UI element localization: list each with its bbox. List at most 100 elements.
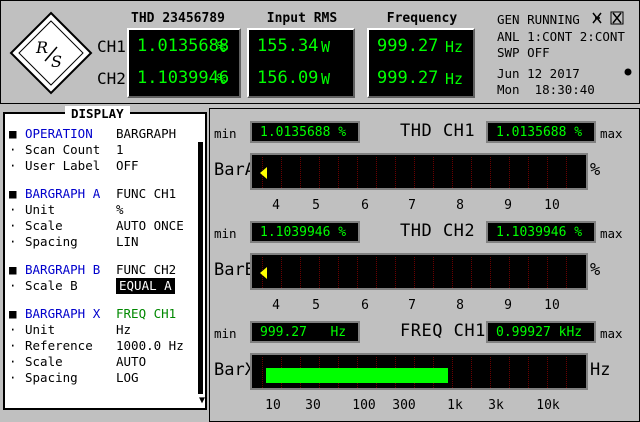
menu-item-value[interactable]: 1000.0 Hz [116,338,184,354]
indicator-icon [624,68,632,76]
min-label: min [214,126,237,141]
menu-item-value[interactable]: % [116,202,124,218]
min-value-display: 1.1039946 % [250,221,360,243]
min-value-display: 999.27 Hz [250,321,360,343]
bar-gridline [414,157,415,188]
menu-item-value[interactable]: AUTO ONCE [116,218,184,234]
menu-item-value[interactable]: Hz [116,322,131,338]
bargraph-name: BarX [214,360,255,380]
menu-item-value[interactable]: LOG [116,370,139,386]
menu-item-value[interactable]: 1 [116,142,124,158]
scale-label: 7 [408,198,416,213]
menu-bullet-icon: ■ [9,262,17,277]
bargraph-barb: min 1.1039946 % THD CH2 1.1039946 % max BarB%… [210,213,640,313]
bargraph-barx: min 999.27 Hz FREQ CH1 0.99927 kHz max BarX Hz… [210,313,640,413]
menu-item-value[interactable]: FUNC CH2 [116,262,176,278]
scale-label: 8 [456,198,464,213]
bargraph-unit: Hz [590,360,611,380]
bar-gridline [566,357,567,388]
menu-heading-row[interactable]: ■ OPERATION BARGRAPH [9,126,199,142]
scale-label: 3k [488,398,504,413]
max-label: max [600,326,623,341]
bargraph-title: THD CH1 [400,121,476,141]
menu-item-value[interactable]: OFF [116,158,139,174]
bar-gridline [357,257,358,288]
scale-label: 10 [544,298,560,313]
bar-gridline [281,257,282,288]
bar-gridline [490,257,491,288]
menu-item-label: BARGRAPH X [25,306,101,321]
max-value-display: 1.0135688 % [486,121,596,143]
menu-item-row[interactable]: · Scale B EQUAL A [9,278,199,294]
menu-item-label: Reference [25,338,93,353]
underrange-arrow-icon [260,167,267,179]
bar-gridline [452,357,453,388]
menu-item-label: User Label [25,158,101,173]
bar-gridline [566,157,567,188]
menu-item-row[interactable]: · Spacing LIN [9,234,199,250]
menu-item-row[interactable]: · Scan Count 1 [9,142,199,158]
scale-label: 7 [408,298,416,313]
menu-heading-row[interactable]: ■ BARGRAPH B FUNC CH2 [9,262,199,278]
menu-bullet-icon: · [9,338,17,353]
scale-label: 8 [456,298,464,313]
underrange-arrow-icon [260,267,267,279]
menu-item-value[interactable]: AUTO [116,354,146,370]
menu-item-row[interactable]: · Spacing LOG [9,370,199,386]
scale-label: 6 [361,198,369,213]
menu-item-label: Scan Count [25,142,101,157]
ch2-rms-value: 156.09 [257,68,319,88]
bargraph-bara: min 1.0135688 % THD CH1 1.0135688 % max BarA%… [210,113,640,213]
signal-status-icon [592,11,624,25]
bar-gridline [547,357,548,388]
menu-bullet-icon: · [9,278,17,293]
rms-display: 155.34 W 156.09 W [247,28,355,98]
bar-gridline [528,357,529,388]
menu-scrollbar[interactable] [198,142,203,394]
menu-item-value[interactable]: FUNC CH1 [116,186,176,202]
menu-item-label: BARGRAPH B [25,262,101,277]
bar-gridline [262,357,263,388]
min-value: 999.27 Hz [260,325,347,340]
menu-bullet-icon: · [9,202,17,217]
bar-gridline [471,357,472,388]
menu-item-value[interactable]: BARGRAPH [116,126,176,142]
menu-bullet-icon: · [9,234,17,249]
scale-label: 5 [312,198,320,213]
menu-item-row[interactable]: · Unit% [9,202,199,218]
scale-label: 10 [544,198,560,213]
min-value: 1.1039946 % [260,225,347,240]
scale-label: 1k [447,398,463,413]
menu-item-value[interactable]: FREQ CH1 [116,306,176,322]
menu-item-value[interactable]: LIN [116,234,139,250]
menu-item-row[interactable]: · Scale AUTO ONCE [9,218,199,234]
scale-label: 9 [504,298,512,313]
ch1-thd-unit: % [217,38,227,56]
scale-label: 100 [352,398,376,413]
menu-heading-row[interactable]: ■ BARGRAPH A FUNC CH1 [9,186,199,202]
menu-item-row[interactable]: · Unit Hz [9,322,199,338]
scale-label: 6 [361,298,369,313]
bar-gridline [452,157,453,188]
menu-bullet-icon: · [9,158,17,173]
menu-item-row[interactable]: · Reference 1000.0 Hz [9,338,199,354]
scale-label: 10k [536,398,560,413]
ch1-freq-unit: Hz [445,38,464,56]
bargraph-title: THD CH2 [400,221,476,241]
thd-display: 1.0135688 % 1.1039946 % [127,28,241,98]
bar-gridline [452,257,453,288]
menu-heading-row[interactable]: ■ BARGRAPH X FREQ CH1 [9,306,199,322]
menu-bullet-icon: · [9,370,17,385]
ch1-freq-value: 999.27 [377,36,439,56]
ch2-thd-unit: % [217,70,227,88]
bar-gridline [490,357,491,388]
menu-item-row[interactable]: · User Label OFF [9,158,199,174]
menu-item-row[interactable]: · Scale AUTO [9,354,199,370]
scale-label: 4 [272,298,280,313]
bar-gridline [490,157,491,188]
menu-bullet-icon: · [9,218,17,233]
menu-item-value[interactable]: EQUAL A [116,278,175,294]
scroll-down-icon[interactable]: ▼ [199,395,205,406]
min-value-display: 1.0135688 % [250,121,360,143]
bar-gridline [395,157,396,188]
